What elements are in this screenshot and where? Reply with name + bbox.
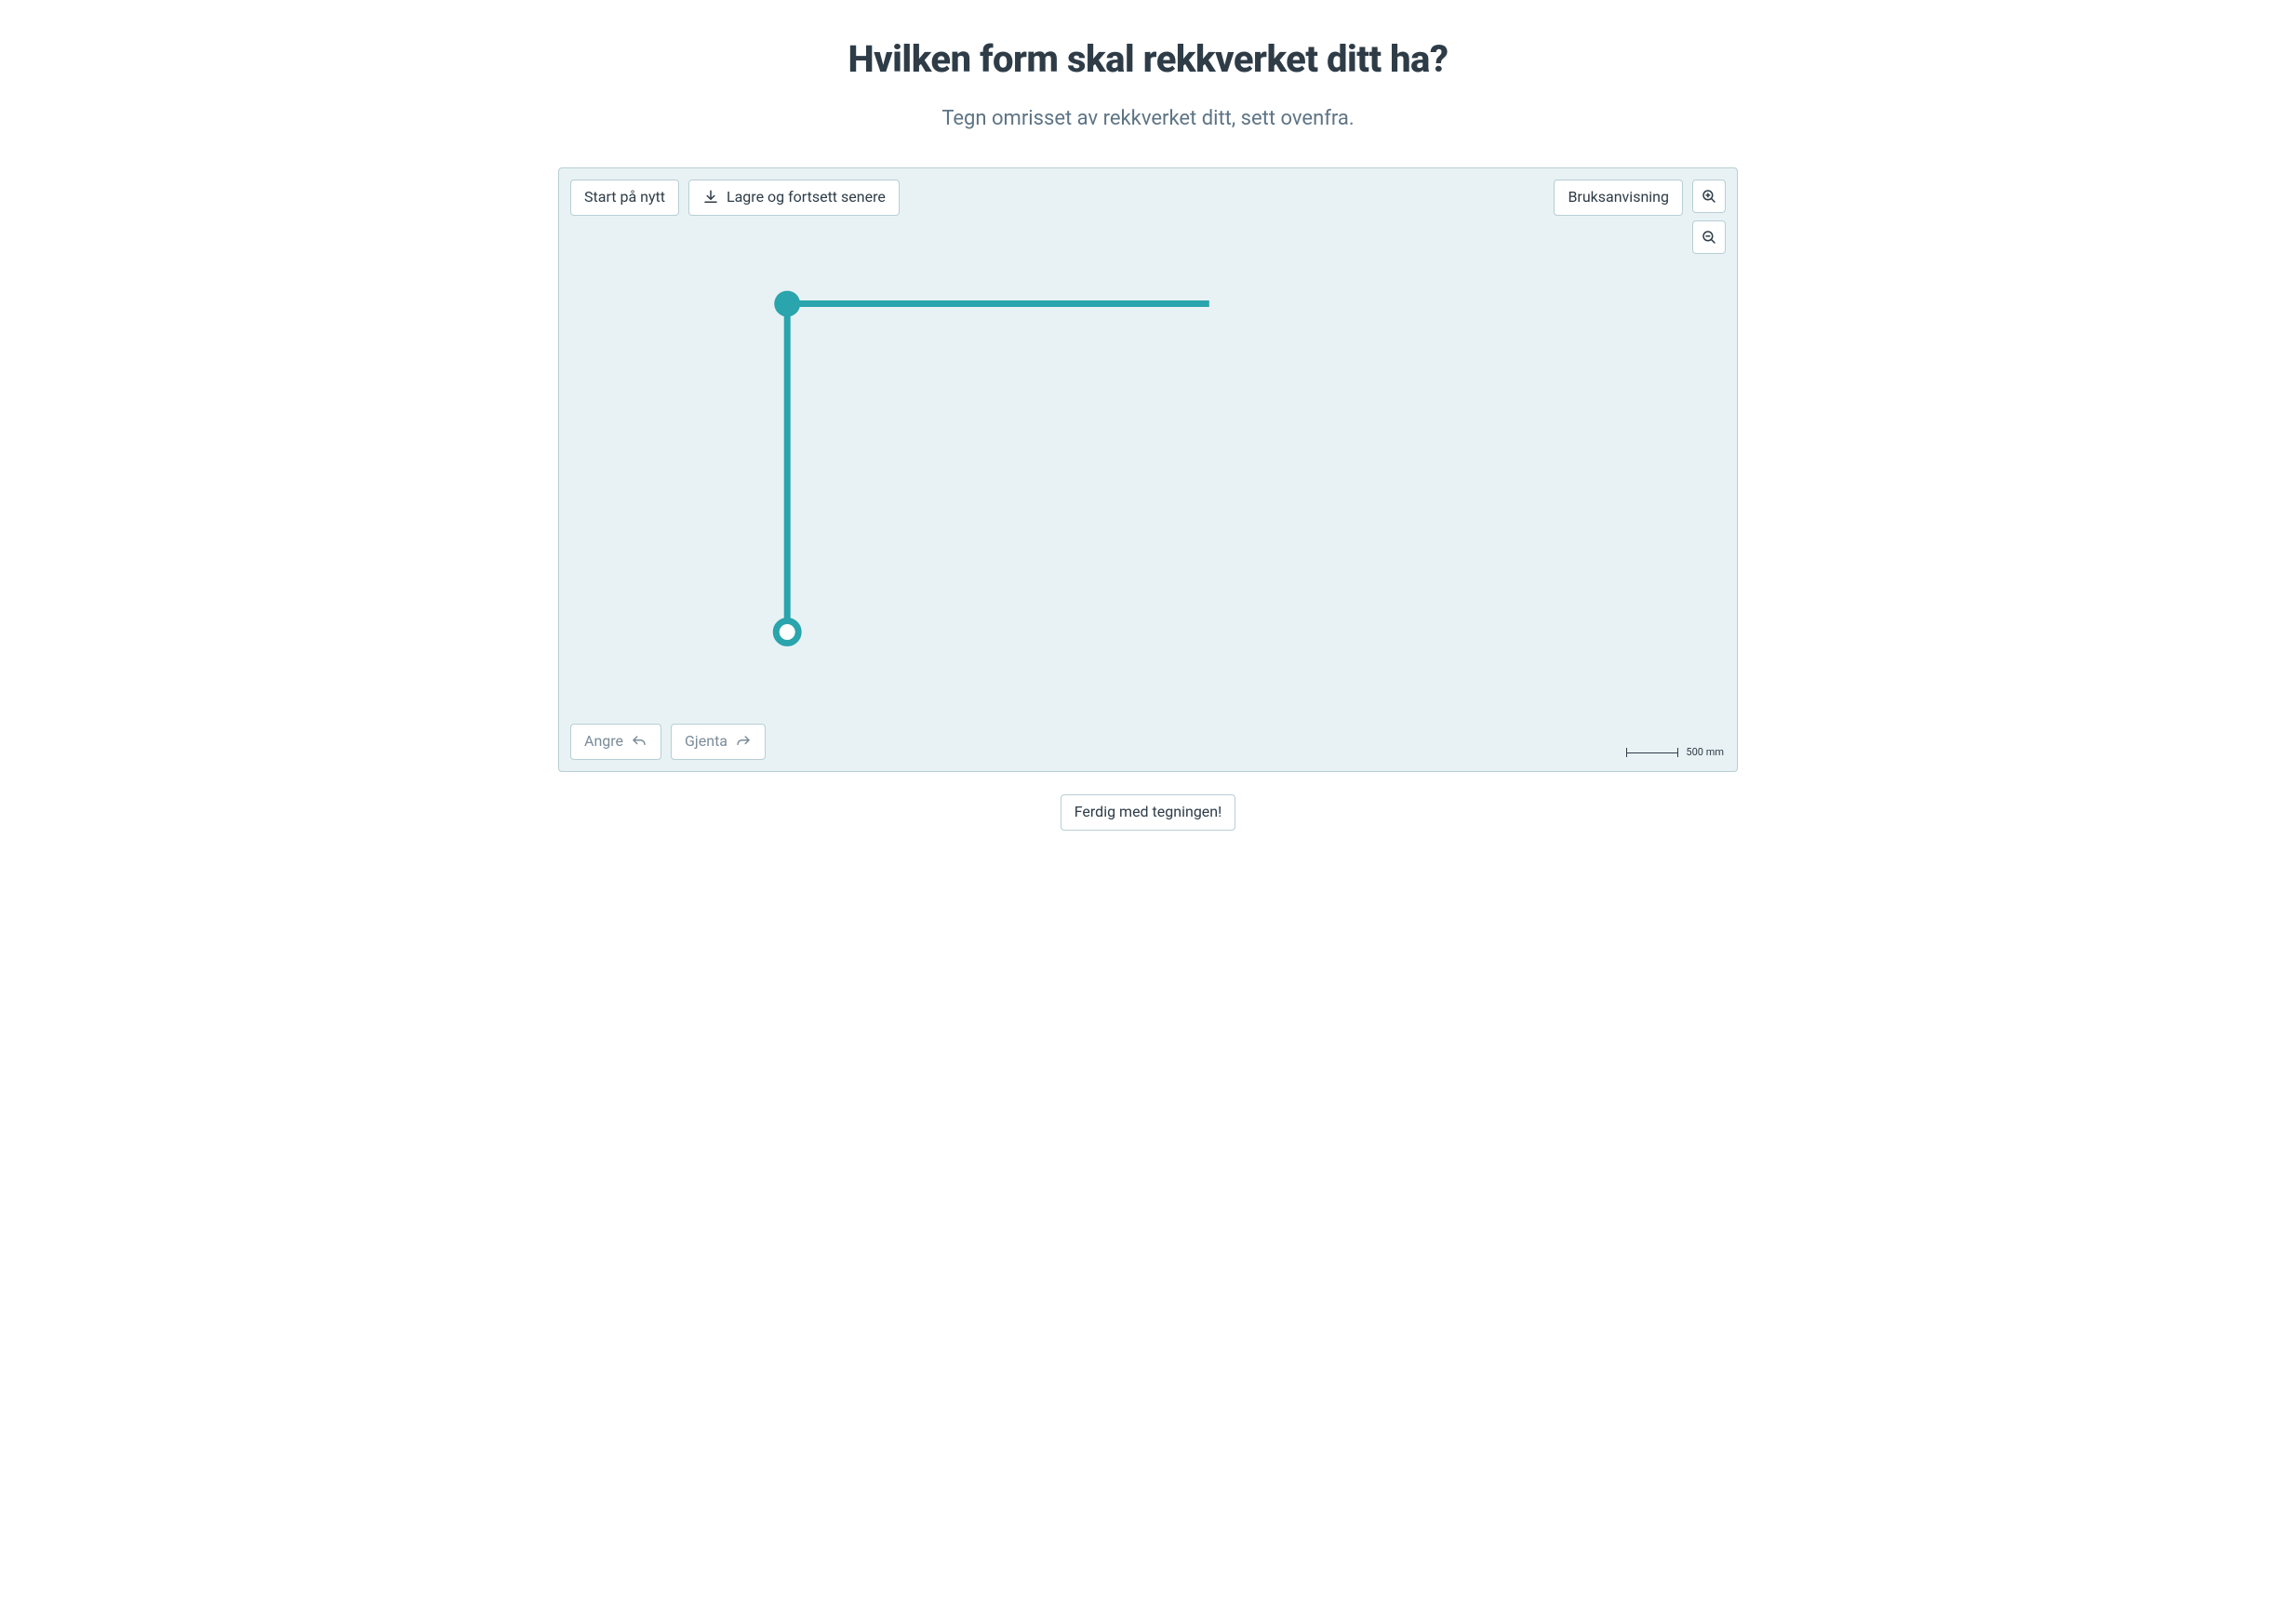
header: Hvilken form skal rekkverket ditt ha? Te… [558,37,1738,130]
redo-icon [735,734,752,751]
redo-label: Gjenta [685,732,728,752]
zoom-in-icon [1701,188,1717,205]
zoom-out-icon [1701,229,1717,246]
save-continue-label: Lagre og fortsett senere [727,188,886,207]
done-label: Ferdig med tegningen! [1075,803,1222,822]
zoom-out-button[interactable] [1692,220,1726,254]
save-continue-button[interactable]: Lagre og fortsett senere [688,180,900,216]
instructions-label: Bruksanvisning [1568,188,1669,207]
restart-label: Start på nytt [584,188,665,207]
drawing-area[interactable] [559,168,1737,771]
scale-indicator: 500 mm [1626,746,1724,758]
drawing-svg [559,168,1737,771]
scale-bar [1626,748,1678,757]
done-button[interactable]: Ferdig med tegningen! [1061,794,1236,831]
drawing-node-start[interactable] [774,291,800,317]
zoom-in-button[interactable] [1692,180,1726,213]
page-subtitle: Tegn omrisset av rekkverket ditt, sett o… [558,107,1738,130]
undo-label: Angre [584,732,623,752]
undo-button[interactable]: Angre [570,724,661,760]
drawing-canvas[interactable]: Start på nytt Lagre og fortsett senere B… [558,167,1738,772]
redo-button[interactable]: Gjenta [671,724,766,760]
drawing-node-end[interactable] [776,620,798,643]
scale-label: 500 mm [1686,746,1724,758]
restart-button[interactable]: Start på nytt [570,180,679,216]
instructions-button[interactable]: Bruksanvisning [1554,180,1683,216]
download-icon [702,189,719,206]
page-title: Hvilken form skal rekkverket ditt ha? [558,37,1738,81]
undo-icon [631,734,647,751]
